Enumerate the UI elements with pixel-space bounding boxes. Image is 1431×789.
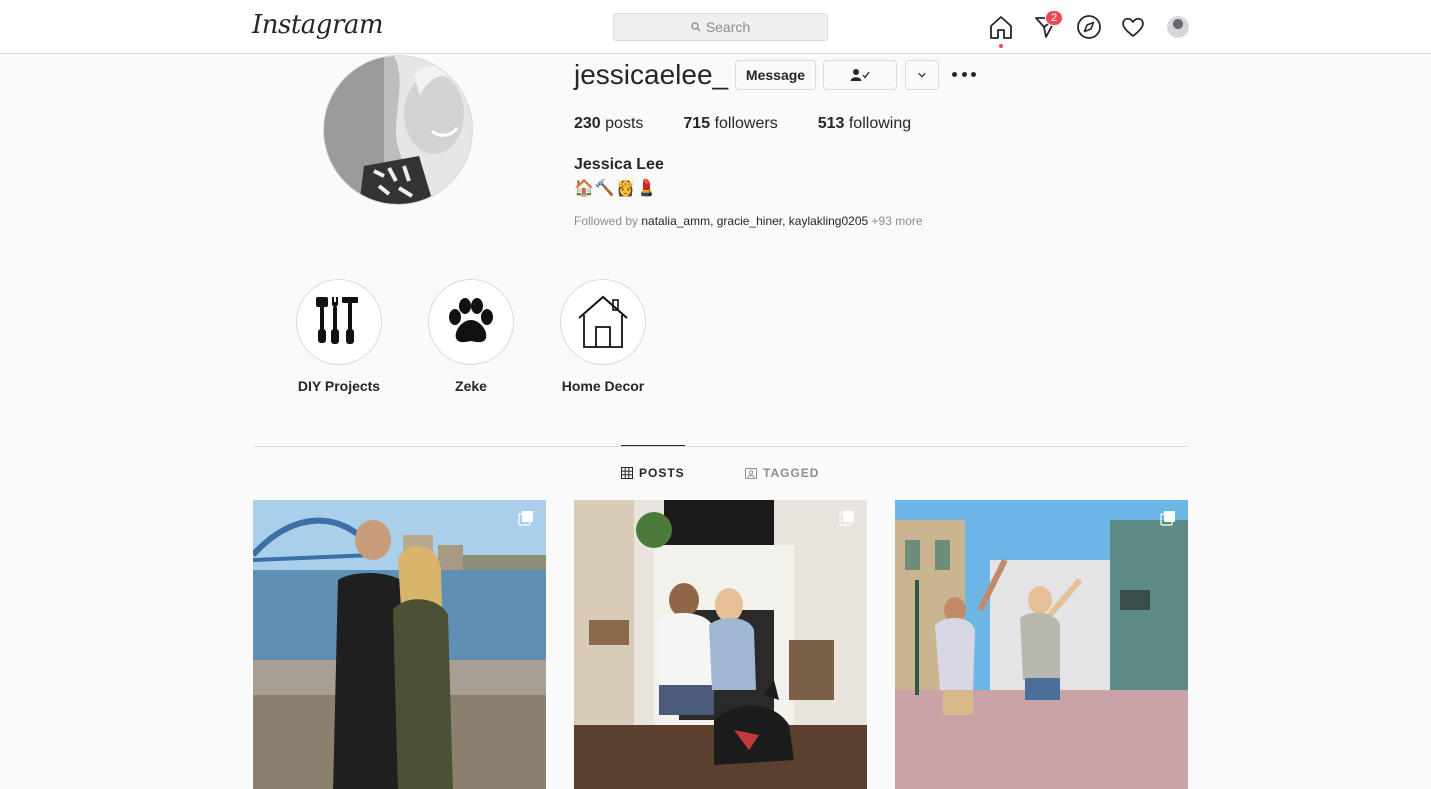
grid-icon (621, 467, 633, 479)
explore-icon (1077, 15, 1101, 39)
highlight-label: Zeke (455, 378, 487, 394)
more-dot (961, 72, 967, 77)
tagged-icon (745, 468, 757, 479)
post-thumbnail[interactable] (574, 500, 867, 789)
home-icon (990, 16, 1012, 39)
highlight-home-decor[interactable]: Home Decor (558, 279, 648, 394)
paw-icon (449, 298, 493, 343)
stat-followers[interactable]: 715 followers (683, 115, 777, 133)
tools-icon (316, 297, 358, 344)
highlight-diy-projects[interactable]: DIY Projects (294, 279, 384, 394)
highlight-label: DIY Projects (297, 378, 381, 394)
tab-label: POSTS (639, 466, 685, 480)
more-dot (952, 72, 957, 77)
tab-label: TAGGED (763, 466, 820, 480)
home-button[interactable] (988, 14, 1014, 48)
stat-following[interactable]: 513 following (818, 115, 911, 133)
followed-by[interactable]: Followed by natalia_amm, gracie_hiner, k… (574, 214, 923, 228)
highlight-cover (560, 279, 646, 365)
carousel-icon (518, 511, 533, 526)
heart-icon (1122, 17, 1144, 37)
profile-full-name: Jessica Lee (574, 156, 664, 173)
highlight-cover (296, 279, 382, 365)
message-button[interactable]: Message (735, 60, 816, 90)
tab-posts[interactable]: POSTS (621, 466, 685, 480)
explore-button[interactable] (1076, 14, 1102, 40)
suggested-accounts-button[interactable] (905, 60, 939, 90)
post-thumbnail[interactable] (253, 500, 546, 789)
highlight-cover (428, 279, 514, 365)
messages-badge: 2 (1045, 10, 1063, 26)
followed-by-more: +93 more (871, 214, 923, 228)
house-icon (578, 295, 628, 348)
followed-by-names: natalia_amm, gracie_hiner, kaylakling020… (641, 214, 869, 228)
user-check-icon (850, 69, 870, 81)
stat-posts: 230 posts (574, 115, 644, 132)
followed-by-prefix: Followed by (574, 214, 639, 228)
highlight-label: Home Decor (561, 378, 645, 394)
tabs-divider (253, 446, 1188, 447)
direct-messages-button[interactable]: 2 (1033, 10, 1063, 40)
highlight-zeke[interactable]: Zeke (426, 279, 516, 394)
search-placeholder: Search (705, 19, 751, 35)
post-image (895, 500, 1188, 789)
more-options-button[interactable] (952, 72, 976, 78)
search-icon (691, 22, 701, 32)
following-button[interactable] (823, 60, 897, 90)
profile-avatar[interactable] (323, 55, 473, 205)
home-active-dot (999, 44, 1003, 48)
carousel-icon (1160, 511, 1175, 526)
post-image (253, 500, 546, 789)
profile-bio: 🏠🔨👸💄 (574, 180, 658, 197)
carousel-icon (839, 511, 854, 526)
search-input[interactable]: Search (613, 13, 828, 41)
activity-button[interactable] (1120, 14, 1146, 40)
instagram-logo[interactable]: Instagram (252, 10, 384, 40)
profile-username: jessicaelee_ (574, 59, 729, 90)
profile-stats: 230 posts 715 followers 513 following (574, 115, 911, 133)
post-image (574, 500, 867, 789)
active-tab-indicator (621, 445, 685, 446)
tab-tagged[interactable]: TAGGED (745, 466, 819, 480)
post-thumbnail[interactable] (895, 500, 1188, 789)
message-button-label: Message (745, 67, 806, 83)
chevron-down-icon (918, 72, 926, 78)
top-nav: Instagram Search 2 (0, 0, 1431, 54)
more-dot (971, 72, 976, 77)
profile-avatar-button[interactable] (1167, 16, 1189, 38)
